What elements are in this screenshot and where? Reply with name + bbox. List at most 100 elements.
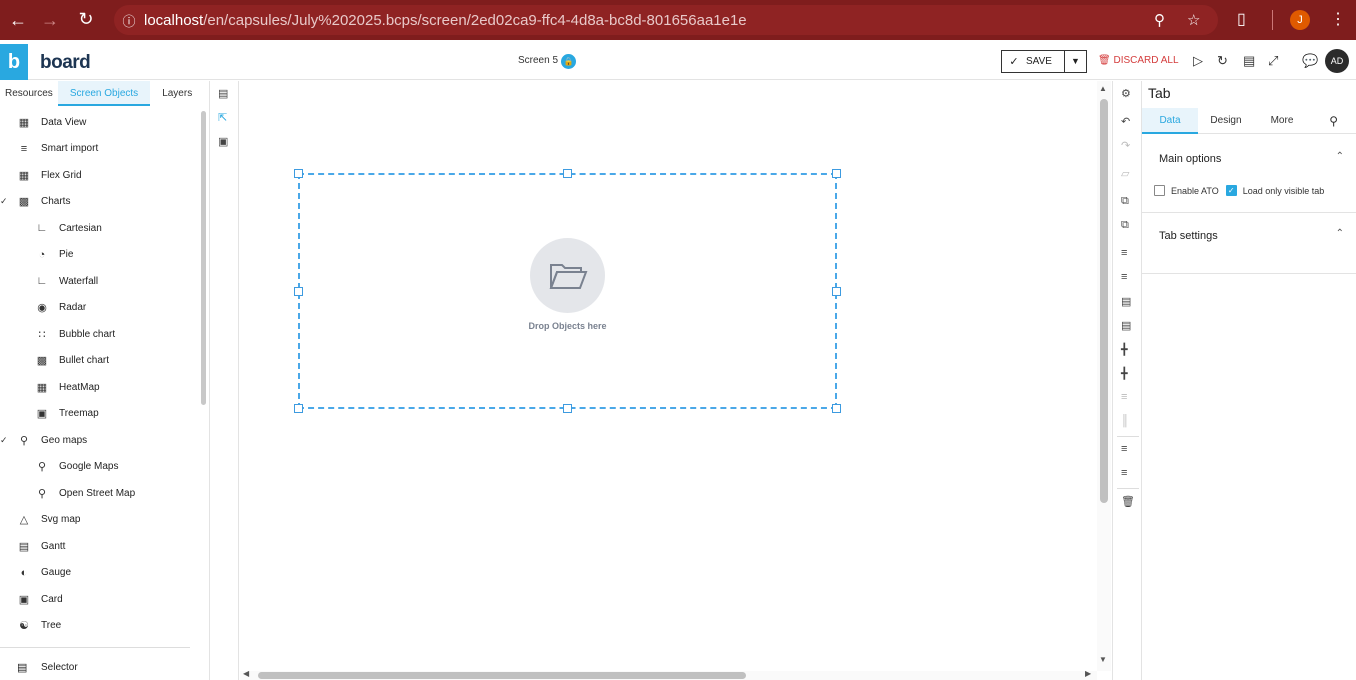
scroll-thumb[interactable] [258,672,746,679]
forward-arrow-icon[interactable]: → [32,10,68,31]
chevron-up-icon[interactable]: ⌃ [1336,151,1344,162]
list-item[interactable]: ▣ Card [0,586,200,613]
play-icon[interactable]: ▷ [1193,53,1203,69]
bring-forward-icon[interactable]: ≡ [1121,443,1127,455]
comments-icon[interactable]: 💬 [1302,53,1318,69]
align-left-icon[interactable]: ≡ [1121,247,1127,259]
resize-handle[interactable] [294,287,303,296]
tab-screen-objects[interactable]: Screen Objects [57,81,151,106]
list-item[interactable]: ◐ Gauge [0,560,200,587]
resize-handle[interactable] [832,169,841,178]
resize-handle[interactable] [832,287,841,296]
fullscreen-icon[interactable]: ⤢ [1268,53,1278,69]
screen-properties-icon[interactable]: ▤ [218,87,228,100]
resize-handle[interactable] [294,169,303,178]
pager-icon[interactable]: ▤ [1243,53,1255,69]
list-item[interactable]: ▦ Flex Grid [0,162,200,189]
list-item[interactable]: ∟ Cartesian [0,215,200,242]
settings-sliders-icon[interactable]: ⚙ [1121,87,1131,100]
discard-all-button[interactable]: 🗑 DISCARD ALL [1098,55,1179,66]
item-label: Data View [41,116,87,128]
list-item[interactable]: ∷ Bubble chart [0,321,200,348]
list-item[interactable]: ≡ Smart import [0,136,200,163]
site-info-icon[interactable]: ⓘ [114,11,144,30]
zoom-icon[interactable]: ⚲ [1154,11,1165,29]
screen-title: Screen 5 [518,55,559,66]
save-button[interactable]: ✓ SAVE ▼ [1001,50,1087,73]
tab-layers[interactable]: Layers [150,81,197,106]
undo-icon[interactable]: ↶ [1121,115,1130,128]
distribute-vertical-icon[interactable]: ≡ [1121,391,1127,403]
resize-handle[interactable] [563,169,572,178]
list-item[interactable]: ▩ Bullet chart [0,348,200,375]
treemap-icon: ▣ [36,408,48,421]
list-item[interactable]: ✓ ⚲ Geo maps [0,427,200,454]
item-label: Treemap [59,408,99,420]
expanded-check-icon[interactable]: ✓ [0,435,10,446]
align-bottom-icon[interactable]: ▤ [1121,319,1131,332]
copy-icon[interactable]: ⧉ [1121,195,1129,208]
group-icon[interactable]: ▣ [218,135,228,148]
expanded-check-icon[interactable]: ✓ [0,196,10,207]
chevron-up-icon[interactable]: ⌃ [1336,228,1344,239]
canvas-horizontal-scrollbar[interactable]: ◀ ▶ [240,669,1097,680]
resize-handle[interactable] [563,404,572,413]
save-dropdown-chevron-icon[interactable]: ▼ [1064,51,1086,72]
list-item[interactable]: ⚲ Google Maps [0,454,200,481]
list-item[interactable]: ⚲ Open Street Map [0,480,200,507]
list-item[interactable]: ☯ Tree [0,613,200,640]
profile-avatar[interactable]: J [1290,10,1310,30]
select-tool-icon[interactable]: ⇱ [218,111,227,124]
resize-handle[interactable] [294,404,303,413]
list-item[interactable]: ✓ ▩ Charts [0,189,200,216]
send-backward-icon[interactable]: ≡ [1121,467,1127,479]
enable-ato-label: Enable ATO [1171,185,1219,196]
tab-settings-title[interactable]: Tab settings [1159,230,1218,242]
canvas-vertical-scrollbar[interactable]: ▲ ▼ [1097,81,1111,671]
bookmark-star-icon[interactable]: ☆ [1187,11,1200,29]
user-avatar[interactable]: AD [1325,49,1349,73]
list-item[interactable]: ▤ Selector [17,661,78,674]
align-top-icon[interactable]: ▤ [1121,295,1131,308]
refresh-icon[interactable]: ↻ [1217,53,1228,69]
scroll-left-arrow-icon[interactable]: ◀ [243,669,249,678]
lock-icon[interactable]: 🔒 [561,54,576,69]
align-center-horizontal-icon[interactable]: ╋ [1121,367,1128,380]
scroll-down-arrow-icon[interactable]: ▼ [1099,655,1107,664]
enable-ato-checkbox[interactable] [1154,185,1165,196]
align-center-vertical-icon[interactable]: ╋ [1121,343,1128,356]
redo-icon[interactable]: ↷ [1121,139,1130,152]
list-item[interactable]: ◔ Pie [0,242,200,269]
tab-design[interactable]: Design [1198,108,1254,134]
table-icon: ▦ [18,116,30,129]
address-bar[interactable]: ⓘ localhost/en/capsules/July%202025.bcps… [114,5,1218,35]
back-arrow-icon[interactable]: ← [0,10,36,31]
align-right-icon[interactable]: ≡ [1121,271,1127,283]
properties-title: Tab [1148,85,1171,101]
trash-icon[interactable]: 🗑 [1121,495,1135,508]
scroll-up-arrow-icon[interactable]: ▲ [1099,84,1107,93]
list-item[interactable]: ▣ Treemap [0,401,200,428]
tab-more[interactable]: More [1254,108,1310,134]
browser-menu-icon[interactable]: ⋮ [1330,9,1346,29]
tab-data[interactable]: Data [1142,108,1198,134]
left-panel-scrollbar[interactable] [201,111,206,405]
search-icon[interactable]: ⚲ [1329,108,1338,134]
extensions-icon[interactable]: ▯ [1237,9,1246,29]
load-visible-tab-checkbox[interactable]: ✓ [1225,185,1237,196]
list-item[interactable]: ◉ Radar [0,295,200,322]
reload-icon[interactable]: ↻ [68,9,104,30]
list-item[interactable]: ▤ Gantt [0,533,200,560]
duplicate-icon[interactable]: ⧉ [1121,219,1129,232]
list-item[interactable]: ▦ Data View [0,109,200,136]
list-item[interactable]: ∟ Waterfall [0,268,200,295]
list-item[interactable]: △ Svg map [0,507,200,534]
main-options-title[interactable]: Main options [1159,153,1221,165]
resize-handle[interactable] [832,404,841,413]
scroll-thumb[interactable] [1100,99,1108,503]
tab-resources[interactable]: Resources [0,81,58,106]
scroll-right-arrow-icon[interactable]: ▶ [1085,669,1091,678]
list-item[interactable]: ▦ HeatMap [0,374,200,401]
distribute-horizontal-icon[interactable]: ║ [1121,415,1129,427]
layers-icon[interactable]: ▱ [1121,167,1129,180]
